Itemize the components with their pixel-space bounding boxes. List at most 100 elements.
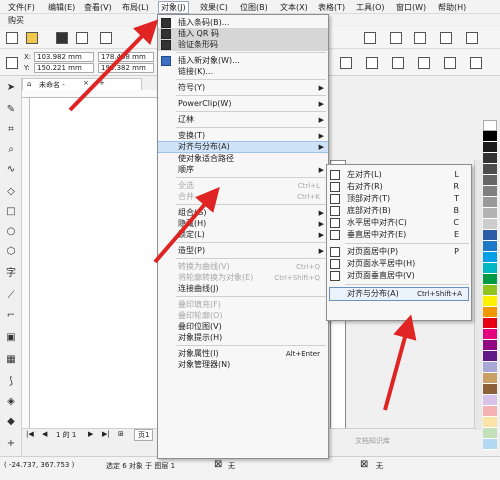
color-swatch[interactable] <box>483 208 497 219</box>
rectangle-tool-icon[interactable]: □ <box>5 206 17 218</box>
object-menu-item[interactable]: 顺序 ▶ <box>158 164 328 176</box>
menu-item-11[interactable]: 帮助(H) <box>438 2 466 13</box>
color-swatch[interactable] <box>483 263 497 274</box>
color-swatch[interactable] <box>483 175 497 186</box>
color-swatch[interactable] <box>483 274 497 285</box>
group-icon[interactable] <box>340 57 352 69</box>
fill-tool-icon[interactable]: ◈ <box>5 396 17 408</box>
align-submenu-item[interactable]: 对齐与分布(A) Ctrl+Shift+A <box>329 287 469 301</box>
align-submenu-item[interactable]: 顶部对齐(T) T <box>327 193 471 205</box>
simplify-icon[interactable] <box>470 57 482 69</box>
menu-item-8[interactable]: 表格(T) <box>318 2 345 13</box>
object-menu-item[interactable]: 对齐与分布(A) ▶ <box>158 141 328 153</box>
object-menu-item[interactable]: 辽林 ▶ <box>158 114 328 126</box>
align-submenu-item[interactable]: 对页面水平居中(H) <box>327 258 471 270</box>
text-tool-icon[interactable]: 字 <box>5 268 17 280</box>
interactive-fill-icon[interactable]: ◆ <box>5 416 17 428</box>
color-swatch[interactable] <box>483 241 497 252</box>
color-swatch[interactable] <box>483 307 497 318</box>
color-swatch[interactable] <box>483 186 497 197</box>
align-submenu-item[interactable]: 水平居中对齐(C) C <box>327 217 471 229</box>
color-swatch[interactable] <box>483 351 497 362</box>
color-swatch[interactable] <box>483 197 497 208</box>
color-swatch[interactable] <box>483 340 497 351</box>
menu-item-10[interactable]: 窗口(W) <box>396 2 426 13</box>
menu-item-5[interactable]: 效果(C) <box>200 2 228 13</box>
save-icon[interactable] <box>56 32 68 44</box>
fill-indicator-icon[interactable]: ⊠ <box>214 459 222 470</box>
color-swatch[interactable] <box>483 362 497 373</box>
parallel-dimension-icon[interactable]: ⟋ <box>5 290 17 302</box>
menu-item-2[interactable]: 查看(V) <box>84 2 112 13</box>
add-tab-icon[interactable]: + <box>99 79 105 87</box>
intersect-icon[interactable] <box>444 57 456 69</box>
document-tab[interactable]: ⌂ 未命名 - × + <box>22 78 142 90</box>
freehand-tool-icon[interactable]: ∿ <box>5 164 17 176</box>
zoom-icon[interactable] <box>364 32 376 44</box>
object-menu-item[interactable]: 验证条形码 <box>158 39 328 51</box>
color-swatch[interactable] <box>483 285 497 296</box>
align-submenu-item[interactable]: 底部对齐(B) B <box>327 205 471 217</box>
object-menu-item[interactable]: 符号(Y) ▶ <box>158 82 328 94</box>
color-swatch[interactable] <box>483 395 497 406</box>
color-swatch[interactable] <box>483 131 497 142</box>
print-icon[interactable] <box>76 32 88 44</box>
color-swatch[interactable] <box>483 417 497 428</box>
vertical-scrollbar[interactable] <box>474 160 482 430</box>
menu-item-4[interactable]: 对象(J) <box>158 1 189 14</box>
object-menu-item[interactable]: 造型(P) ▶ <box>158 245 328 257</box>
width-field[interactable]: 178.468 mm <box>98 52 154 62</box>
align-submenu-item[interactable]: 对页面垂直居中(V) <box>327 270 471 282</box>
crop-tool-icon[interactable]: ⌗ <box>5 124 17 136</box>
polygon-tool-icon[interactable]: ⬡ <box>5 246 17 258</box>
settings-icon[interactable] <box>466 32 478 44</box>
color-swatch[interactable] <box>483 406 497 417</box>
color-swatch[interactable] <box>483 252 497 263</box>
outline-indicator-icon[interactable]: ⊠ <box>360 459 368 470</box>
color-swatch[interactable] <box>483 153 497 164</box>
options-icon[interactable] <box>414 32 426 44</box>
menu-item-1[interactable]: 编辑(E) <box>48 2 75 13</box>
object-origin-icon[interactable] <box>6 57 18 69</box>
color-swatch[interactable] <box>483 164 497 175</box>
trim-icon[interactable] <box>418 57 430 69</box>
y-position-field[interactable]: 150.221 mm <box>34 63 94 73</box>
snap-icon[interactable] <box>390 32 402 44</box>
align-submenu-item[interactable]: 对页面居中(P) P <box>327 246 471 258</box>
weld-icon[interactable] <box>392 57 404 69</box>
last-page-icon[interactable]: ▶| <box>102 430 110 438</box>
pick-tool-icon[interactable]: ➤ <box>5 82 17 94</box>
menu-item-0[interactable]: 文件(F) <box>8 2 35 13</box>
object-menu-item[interactable]: 对象管理器(N) <box>158 359 328 371</box>
object-menu-item[interactable]: 合并 Ctrl+K <box>158 191 328 203</box>
color-swatch[interactable] <box>483 384 497 395</box>
connector-tool-icon[interactable]: ⌐ <box>5 310 17 322</box>
next-page-icon[interactable]: ▶ <box>88 430 93 438</box>
color-swatch[interactable] <box>483 230 497 241</box>
height-field[interactable]: 199.382 mm <box>98 63 154 73</box>
open-folder-icon[interactable] <box>26 32 38 44</box>
cut-icon[interactable] <box>100 32 112 44</box>
color-swatch[interactable] <box>483 120 497 131</box>
object-menu-item[interactable]: 连接曲线(J) <box>158 283 328 295</box>
menu-item-7[interactable]: 文本(X) <box>280 2 308 13</box>
ellipse-tool-icon[interactable]: ○ <box>5 226 17 238</box>
new-document-icon[interactable] <box>6 32 18 44</box>
menu-item-6[interactable]: 位图(B) <box>240 2 268 13</box>
color-swatch[interactable] <box>483 219 497 230</box>
object-menu-item[interactable]: 锁定(L) ▶ <box>158 229 328 241</box>
launch-icon[interactable] <box>440 32 452 44</box>
shape-tool-icon[interactable]: ✎ <box>5 104 17 116</box>
color-swatch[interactable] <box>483 329 497 340</box>
object-menu-item[interactable]: 链接(K)... <box>158 66 328 78</box>
align-submenu-item[interactable]: 右对齐(R) R <box>327 181 471 193</box>
object-menu-item[interactable]: 对象提示(H) <box>158 332 328 344</box>
smart-fill-icon[interactable]: ◇ <box>5 186 17 198</box>
color-swatch[interactable] <box>483 428 497 439</box>
color-swatch[interactable] <box>483 318 497 329</box>
add-tool-icon[interactable]: + <box>5 438 17 450</box>
eyedropper-icon[interactable]: ⟆ <box>5 376 17 388</box>
transparency-icon[interactable]: ▦ <box>5 354 17 366</box>
color-swatch[interactable] <box>483 373 497 384</box>
drop-shadow-icon[interactable]: ▣ <box>5 332 17 344</box>
